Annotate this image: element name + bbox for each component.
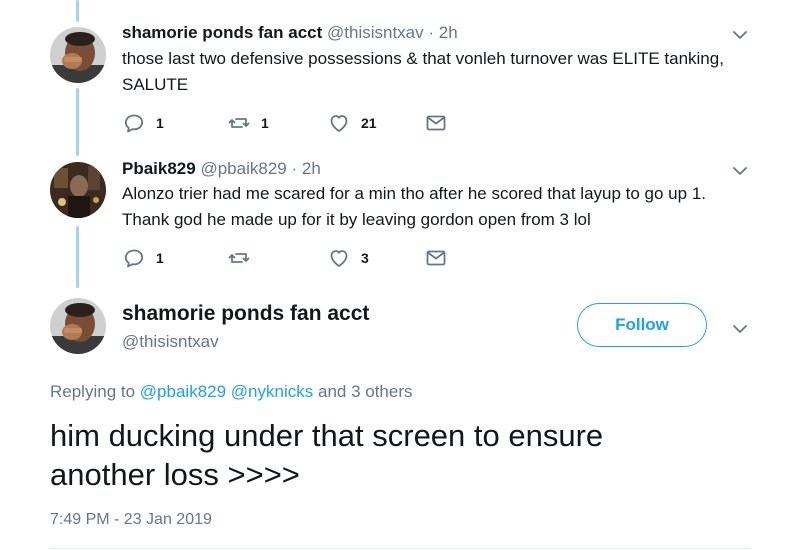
tweet-timestamp[interactable]: 7:49 PM - 23 Jan 2019 bbox=[50, 511, 212, 529]
like-count: 21 bbox=[361, 115, 377, 131]
envelope-icon bbox=[424, 111, 448, 135]
separator-dot: · bbox=[428, 23, 435, 42]
user-handle[interactable]: @thisisntxav bbox=[122, 332, 219, 352]
tweet-text-line: another loss >>>> bbox=[50, 457, 300, 492]
follow-button[interactable]: Follow bbox=[577, 303, 707, 347]
retweet-icon bbox=[227, 111, 251, 135]
display-name[interactable]: shamorie ponds fan acct bbox=[122, 302, 369, 326]
tweet-text: Alonzo trier had me scared for a min tho… bbox=[122, 181, 762, 233]
reply-icon bbox=[122, 111, 146, 135]
tweet-text-line: him ducking under that screen to ensure bbox=[50, 418, 604, 453]
like-count: 3 bbox=[361, 250, 369, 266]
retweet-button[interactable]: 1 bbox=[227, 111, 269, 135]
retweet-icon bbox=[227, 246, 251, 270]
chevron-down-icon[interactable] bbox=[732, 29, 748, 41]
mention-link[interactable]: @pbaik829 bbox=[140, 382, 226, 401]
replying-to: Replying to @pbaik829 @nyknicks and 3 ot… bbox=[50, 382, 413, 402]
tweet-header: shamorie ponds fan acct @thisisntxav · 2… bbox=[122, 23, 458, 43]
tweet-text: him ducking under that screen to ensure … bbox=[50, 416, 750, 494]
thread-line-1 bbox=[76, 88, 79, 156]
tweet-time[interactable]: 2h bbox=[439, 23, 458, 42]
like-button[interactable]: 21 bbox=[327, 111, 377, 135]
tweet-header: Pbaik829 @pbaik829 · 2h bbox=[122, 159, 321, 179]
mention-link[interactable]: @nyknicks bbox=[231, 382, 313, 401]
user-handle[interactable]: @thisisntxav bbox=[327, 23, 424, 42]
display-name[interactable]: shamorie ponds fan acct bbox=[122, 23, 322, 42]
dm-button[interactable] bbox=[424, 111, 448, 135]
thread-line-top bbox=[76, 0, 79, 22]
reply-count: 1 bbox=[156, 115, 164, 131]
tweet-text-line: Alonzo trier had me scared for a min tho… bbox=[122, 184, 706, 203]
tweet-time[interactable]: 2h bbox=[302, 159, 321, 178]
reply-button[interactable]: 1 bbox=[122, 111, 164, 135]
avatar[interactable] bbox=[50, 298, 106, 354]
user-handle[interactable]: @pbaik829 bbox=[200, 159, 286, 178]
reply-icon bbox=[122, 246, 146, 270]
tweet-text-line: Thank god he made up for it by leaving g… bbox=[122, 210, 591, 229]
dm-button[interactable] bbox=[424, 246, 448, 270]
heart-icon bbox=[327, 246, 351, 270]
envelope-icon bbox=[424, 246, 448, 270]
chevron-down-icon[interactable] bbox=[732, 165, 748, 177]
replying-prefix: Replying to bbox=[50, 382, 136, 401]
tweet-text-line: those last two defensive possessions & t… bbox=[122, 49, 724, 68]
tweet-text: those last two defensive possessions & t… bbox=[122, 46, 762, 98]
tweet-text-line: SALUTE bbox=[122, 75, 189, 94]
reply-button[interactable]: 1 bbox=[122, 246, 164, 270]
chevron-down-icon[interactable] bbox=[732, 323, 748, 335]
avatar[interactable] bbox=[50, 27, 106, 83]
avatar[interactable] bbox=[50, 162, 106, 218]
retweet-count: 1 bbox=[261, 115, 269, 131]
thread-line-2 bbox=[76, 226, 79, 288]
display-name[interactable]: Pbaik829 bbox=[122, 159, 196, 178]
replying-others[interactable]: and 3 others bbox=[318, 382, 413, 401]
heart-icon bbox=[327, 111, 351, 135]
like-button[interactable]: 3 bbox=[327, 246, 369, 270]
divider bbox=[50, 548, 750, 549]
reply-count: 1 bbox=[156, 250, 164, 266]
retweet-button[interactable] bbox=[227, 246, 251, 270]
separator-dot: · bbox=[291, 159, 298, 178]
